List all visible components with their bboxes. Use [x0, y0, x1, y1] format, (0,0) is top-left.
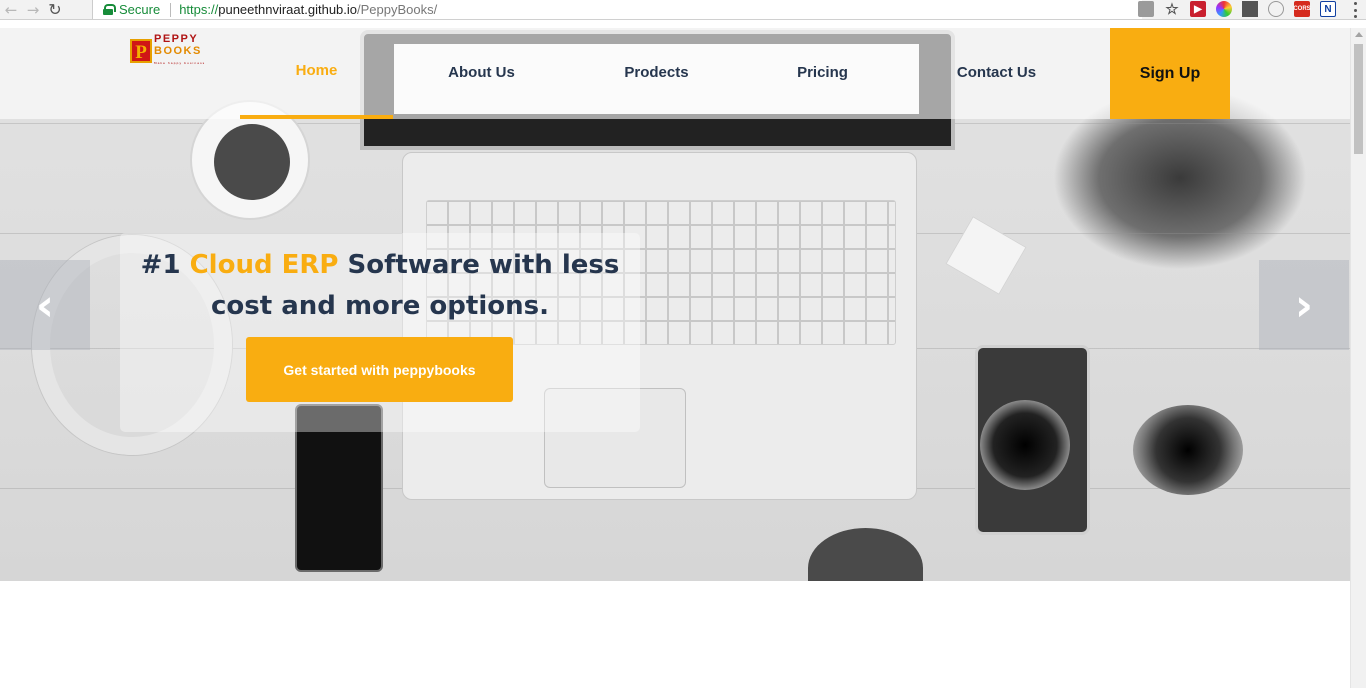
nav-pricing[interactable]: Pricing: [746, 28, 899, 119]
lens-image: [1133, 405, 1243, 495]
nav-about-us[interactable]: About Us: [405, 28, 558, 119]
headline-accent: Cloud ERP: [189, 250, 339, 280]
headline-line-2: cost and more options.: [211, 291, 549, 321]
chevron-right-icon: ›: [1294, 279, 1314, 331]
browser-toolbar: ← → ↻ Secure https:// puneethnviraat.git…: [0, 0, 1366, 20]
secure-label: Secure: [119, 2, 161, 17]
chevron-left-icon: ‹: [35, 279, 55, 331]
extension-n-icon[interactable]: N: [1320, 1, 1336, 17]
logo-line-1: PEPPY: [154, 33, 199, 45]
extension-icons: ☆ ▶ CORS N: [1138, 1, 1336, 18]
nav-contact-us[interactable]: Contact Us: [920, 28, 1073, 119]
lock-icon: [103, 4, 116, 15]
hero-headline: #1 Cloud ERP Software with less cost and…: [120, 245, 640, 327]
peppybooks-logo[interactable]: P PEPPY BOOKS Make happy business: [130, 33, 205, 69]
extension-red-icon[interactable]: ▶: [1190, 1, 1206, 17]
carousel-next-button[interactable]: ›: [1259, 260, 1349, 350]
nav-home[interactable]: Home: [240, 28, 393, 119]
reload-icon[interactable]: ↻: [44, 0, 66, 20]
headline-rest: Software with less: [338, 250, 620, 280]
cors-icon[interactable]: CORS: [1293, 1, 1311, 17]
url-host: puneethnviraat.github.io: [218, 2, 358, 17]
back-arrow-icon[interactable]: ←: [0, 0, 22, 20]
scroll-up-icon[interactable]: [1355, 32, 1363, 37]
logo-mark: P: [130, 39, 152, 63]
sign-up-button[interactable]: Sign Up: [1110, 28, 1230, 119]
bookmark-star-icon[interactable]: ☆: [1164, 1, 1180, 18]
eyedropper-icon[interactable]: [1242, 1, 1258, 17]
url-path: /PeppyBooks/: [357, 2, 438, 17]
url-scheme: https://: [179, 2, 219, 17]
browser-menu-icon[interactable]: [1354, 2, 1358, 18]
camera-lens-image: [980, 400, 1070, 490]
get-started-button[interactable]: Get started with peppybooks: [246, 337, 513, 402]
mouse-image: [808, 528, 923, 581]
headline-prefix: #1: [140, 250, 190, 280]
page-scrollbar[interactable]: [1350, 28, 1366, 688]
nav-products[interactable]: Prodects: [580, 28, 733, 119]
carousel-prev-button[interactable]: ‹: [0, 260, 90, 350]
camera-blocked-icon[interactable]: [1138, 1, 1154, 17]
color-picker-icon[interactable]: [1216, 1, 1232, 17]
logo-line-2: BOOKS: [154, 45, 202, 57]
scrollbar-thumb[interactable]: [1354, 44, 1363, 154]
address-bar[interactable]: Secure https:// puneethnviraat.github.io…: [92, 0, 1142, 19]
forward-arrow-icon[interactable]: →: [22, 0, 44, 20]
extension-circle-icon[interactable]: [1268, 1, 1284, 17]
small-box-image: [945, 216, 1027, 295]
address-divider: [170, 2, 172, 17]
logo-tagline: Make happy business: [154, 61, 206, 65]
